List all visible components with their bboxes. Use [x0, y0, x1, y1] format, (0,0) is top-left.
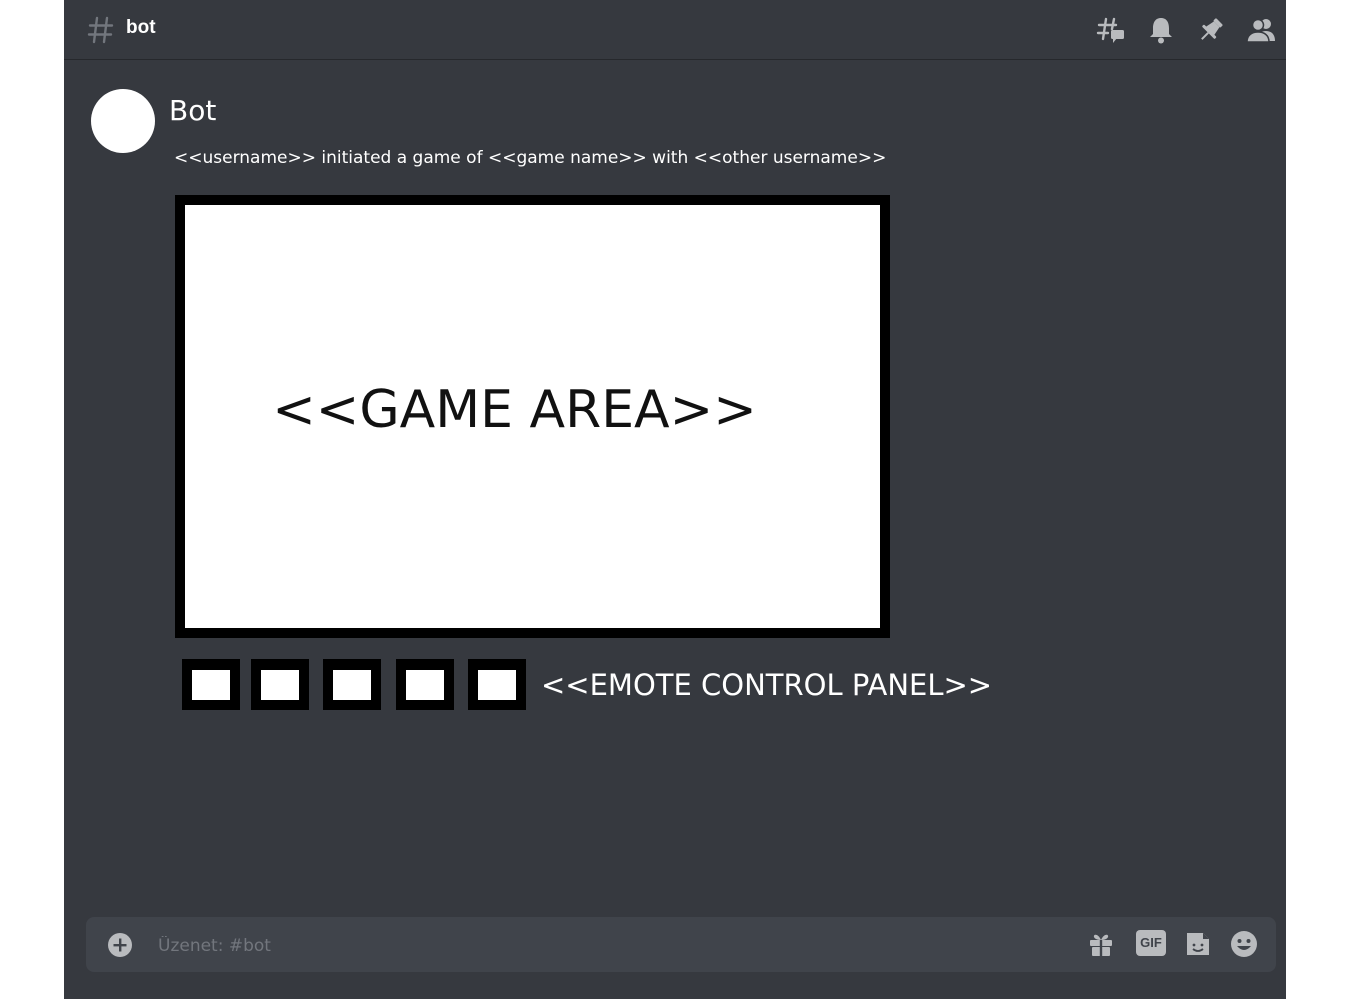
- chat-window: bot Bot <<username>> initiated a game of…: [64, 0, 1286, 999]
- emoji-icon[interactable]: [1229, 929, 1259, 959]
- emote-button-4[interactable]: [396, 659, 454, 710]
- emote-slot: [333, 670, 371, 700]
- emote-button-2[interactable]: [251, 659, 309, 710]
- emote-slot: [261, 670, 299, 700]
- message-input[interactable]: [156, 925, 1060, 967]
- message-text: <<username>> initiated a game of <<game …: [174, 148, 887, 168]
- emote-control-panel-label: <<EMOTE CONTROL PANEL>>: [541, 668, 993, 702]
- emote-button-3[interactable]: [323, 659, 381, 710]
- bell-icon[interactable]: [1146, 15, 1176, 45]
- hash-icon: [87, 16, 114, 44]
- threads-icon[interactable]: [1096, 15, 1126, 45]
- channel-header: bot: [64, 0, 1286, 60]
- message-author[interactable]: Bot: [169, 94, 216, 127]
- members-icon[interactable]: [1246, 15, 1276, 45]
- avatar[interactable]: [91, 89, 155, 153]
- emote-button-1[interactable]: [182, 659, 240, 710]
- pin-icon[interactable]: [1196, 15, 1226, 45]
- add-icon[interactable]: [107, 932, 133, 958]
- emote-button-5[interactable]: [468, 659, 526, 710]
- channel-name: bot: [126, 17, 156, 38]
- emote-slot: [478, 670, 516, 700]
- emote-slot: [192, 670, 230, 700]
- game-area[interactable]: <<GAME AREA>>: [175, 195, 890, 638]
- sticker-icon[interactable]: [1183, 929, 1213, 959]
- gif-icon[interactable]: GIF: [1136, 930, 1166, 956]
- emote-slot: [406, 670, 444, 700]
- message-composer: GIF: [86, 917, 1276, 972]
- gift-icon[interactable]: [1086, 929, 1116, 959]
- game-area-label: <<GAME AREA>>: [272, 379, 757, 440]
